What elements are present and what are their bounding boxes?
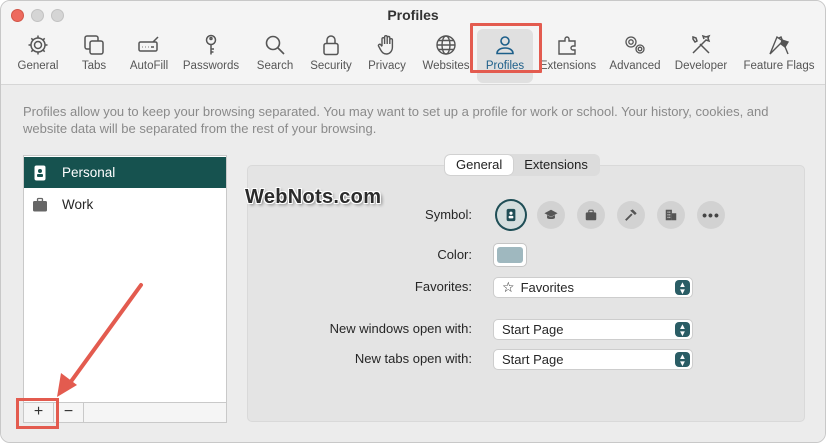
id-badge-icon	[34, 165, 46, 180]
favorites-value: Favorites	[520, 280, 575, 295]
profile-item-personal[interactable]: Personal	[24, 157, 226, 188]
tab-feature-flags[interactable]: Feature Flags	[739, 29, 819, 83]
safari-settings-window: Profiles General Tabs AutoFill Passwords…	[0, 0, 826, 443]
more-icon: •••	[702, 207, 720, 223]
autofill-icon	[138, 36, 159, 52]
profile-tab-switcher: General Extensions	[444, 154, 600, 176]
gear-icon	[28, 35, 48, 55]
tab-developer[interactable]: Developer	[671, 29, 731, 83]
chevron-updown-icon: ▲ ▼	[675, 322, 690, 338]
tab-search[interactable]: Search	[251, 29, 299, 83]
tab-label: Security	[310, 60, 352, 72]
hand-icon	[377, 35, 394, 55]
briefcase-icon	[585, 209, 597, 221]
tab-profile-general[interactable]: General	[445, 155, 514, 175]
tab-passwords[interactable]: Passwords	[181, 29, 241, 83]
tab-label: Passwords	[182, 60, 240, 72]
profile-list-controls: + −	[23, 402, 227, 423]
globe-icon	[436, 35, 456, 55]
star-icon: ☆	[502, 279, 515, 295]
new-windows-label: New windows open with:	[329, 321, 472, 336]
tab-advanced[interactable]: Advanced	[605, 29, 665, 83]
lock-icon	[323, 35, 339, 56]
building-icon	[665, 209, 677, 221]
remove-profile-button[interactable]: −	[54, 403, 84, 422]
favorites-label: Favorites:	[414, 279, 472, 294]
title-bar: Profiles General Tabs AutoFill Passwords…	[1, 1, 825, 85]
color-well[interactable]	[493, 243, 527, 267]
tab-extensions[interactable]: Extensions	[537, 29, 599, 83]
chevron-updown-icon: ▲ ▼	[675, 280, 690, 296]
hammer-icon	[625, 209, 637, 221]
window-title: Profiles	[387, 7, 439, 23]
symbol-more[interactable]: •••	[697, 201, 725, 229]
add-profile-button[interactable]: +	[24, 403, 54, 422]
tab-privacy[interactable]: Privacy	[363, 29, 411, 83]
profiles-pane: Profiles allow you to keep your browsing…	[1, 85, 825, 442]
tools-icon	[692, 34, 711, 54]
tab-label: Feature Flags	[743, 60, 815, 72]
profile-name: Personal	[62, 165, 116, 180]
tabs-icon	[84, 35, 104, 55]
tab-label: Tabs	[81, 60, 107, 72]
profiles-description: Profiles allow you to keep your browsing…	[23, 104, 769, 136]
tab-general[interactable]: General	[7, 29, 69, 83]
search-icon	[265, 35, 285, 55]
tab-websites[interactable]: Websites	[419, 29, 473, 83]
extensions-icon	[558, 36, 576, 55]
tab-autofill[interactable]: AutoFill	[125, 29, 173, 83]
symbol-hammer[interactable]	[617, 201, 645, 229]
tab-label: Developer	[674, 60, 728, 72]
tab-tabs[interactable]: Tabs	[69, 29, 119, 83]
graduation-cap-icon	[544, 209, 558, 220]
tab-label: Extensions	[539, 60, 597, 72]
profile-item-work[interactable]: Work	[24, 189, 226, 220]
tab-label: AutoFill	[129, 60, 169, 72]
symbol-graduation[interactable]	[537, 201, 565, 229]
tab-label: Advanced	[609, 60, 661, 72]
briefcase-icon	[33, 197, 47, 211]
id-badge-icon	[506, 208, 516, 222]
profile-icon	[496, 36, 514, 55]
tab-label: Search	[256, 60, 294, 72]
color-swatch-fill	[497, 247, 523, 263]
tab-security[interactable]: Security	[305, 29, 357, 83]
new-tabs-value: Start Page	[502, 352, 564, 367]
color-label: Color:	[437, 247, 472, 262]
tab-label: General	[17, 60, 59, 72]
new-windows-popup[interactable]: Start Page ▲ ▼	[493, 319, 693, 340]
tab-label: Profiles	[485, 60, 525, 72]
symbol-label: Symbol:	[425, 207, 472, 222]
new-tabs-popup[interactable]: Start Page ▲ ▼	[493, 349, 693, 370]
tab-label: Websites	[422, 60, 470, 72]
key-icon	[205, 34, 217, 55]
new-windows-value: Start Page	[502, 322, 564, 337]
flags-icon	[769, 35, 790, 55]
symbol-id-badge[interactable]	[495, 199, 527, 231]
tab-label: Privacy	[368, 60, 406, 72]
gears-icon	[625, 36, 645, 54]
profile-name: Work	[62, 197, 94, 212]
profile-list: Personal Work	[23, 155, 227, 403]
symbol-briefcase[interactable]	[577, 201, 605, 229]
chevron-updown-icon: ▲ ▼	[675, 352, 690, 368]
tab-profile-extensions[interactable]: Extensions	[513, 155, 599, 175]
favorites-popup[interactable]: ☆ Favorites ▲ ▼	[493, 277, 693, 298]
watermark: WebNots.com	[245, 186, 382, 208]
symbol-building[interactable]	[657, 201, 685, 229]
tab-profiles[interactable]: Profiles	[477, 29, 533, 83]
new-tabs-label: New tabs open with:	[354, 351, 472, 366]
